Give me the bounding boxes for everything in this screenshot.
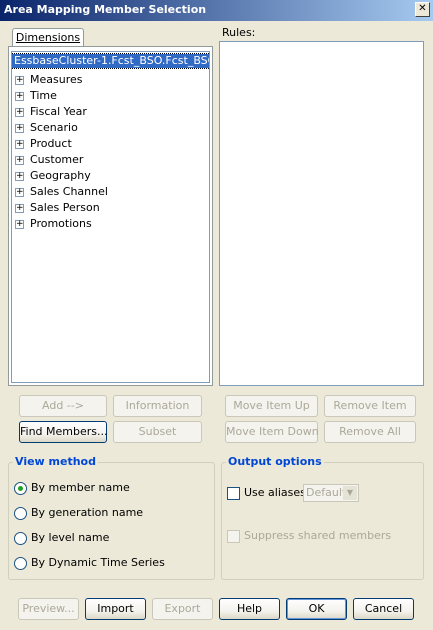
tab-dimensions-label: Dimensions [15, 31, 81, 44]
use-aliases-checkbox[interactable]: Use aliases [227, 485, 306, 501]
expand-icon[interactable]: + [15, 75, 24, 85]
radio-label: By member name [31, 481, 130, 494]
tree-item-sales-person[interactable]: + Sales Person [15, 200, 100, 216]
move-item-up-button[interactable]: Move Item Up [225, 395, 318, 417]
expand-icon[interactable]: + [15, 155, 24, 165]
radio-icon[interactable] [14, 556, 27, 570]
tab-dimensions[interactable]: Dimensions [12, 28, 84, 46]
expand-icon[interactable]: + [15, 171, 24, 181]
radio-by-generation-name[interactable]: By generation name [14, 505, 143, 521]
alias-table-select[interactable]: Default ▼ [303, 484, 359, 502]
tree-item-fiscal-year[interactable]: + Fiscal Year [15, 104, 87, 120]
use-aliases-label: Use aliases [244, 486, 306, 499]
suppress-shared-label: Suppress shared members [244, 529, 392, 542]
radio-icon[interactable] [14, 506, 27, 520]
dimension-tree[interactable]: EssbaseCluster-1.Fcst_BSO.Fcst_BSO + Meas… [11, 51, 210, 383]
checkbox-icon[interactable] [227, 486, 240, 500]
radio-selected-icon[interactable] [14, 481, 27, 495]
find-members-button[interactable]: Find Members... [19, 421, 108, 443]
radio-label: By level name [31, 531, 110, 544]
tree-item-label: Geography [30, 169, 91, 182]
tree-item-product[interactable]: + Product [15, 136, 72, 152]
expand-icon[interactable]: + [15, 123, 24, 133]
tree-item-label: Measures [30, 73, 83, 86]
tree-item-label: Product [30, 137, 72, 150]
dimensions-panel: EssbaseCluster-1.Fcst_BSO.Fcst_BSO + Meas… [8, 46, 213, 386]
radio-by-member-name[interactable]: By member name [14, 480, 130, 496]
rules-label: Rules: [222, 26, 256, 39]
tree-item-promotions[interactable]: + Promotions [15, 216, 92, 232]
dialog-window: Area Mapping Member Selection ✕ Dimensio… [0, 0, 433, 630]
help-button[interactable]: Help [219, 598, 280, 620]
expand-icon[interactable]: + [15, 139, 24, 149]
expand-icon[interactable]: + [15, 187, 24, 197]
expand-icon[interactable]: + [15, 219, 24, 229]
tree-item-label: Sales Channel [30, 185, 108, 198]
tree-item-label: Customer [30, 153, 84, 166]
move-item-down-button[interactable]: Move Item Down [225, 421, 319, 443]
tree-item-label: Fiscal Year [30, 105, 87, 118]
tree-item-label: Sales Person [30, 201, 100, 214]
information-button[interactable]: Information [113, 395, 202, 417]
tree-item-measures[interactable]: + Measures [15, 72, 82, 88]
expand-icon[interactable]: + [15, 91, 24, 101]
tree-root-node[interactable]: EssbaseCluster-1.Fcst_BSO.Fcst_BSO [12, 53, 209, 69]
radio-icon[interactable] [14, 531, 27, 545]
import-button[interactable]: Import [85, 598, 146, 620]
remove-all-button[interactable]: Remove All [324, 421, 416, 443]
tree-item-scenario[interactable]: + Scenario [15, 120, 78, 136]
ok-button[interactable]: OK [286, 598, 347, 620]
add-button[interactable]: Add --> [19, 395, 107, 417]
tree-item-geography[interactable]: + Geography [15, 168, 91, 184]
tree-item-label: Scenario [30, 121, 78, 134]
radio-by-level-name[interactable]: By level name [14, 530, 109, 546]
output-options-group: Output options Use aliases Default ▼ Sup… [221, 455, 424, 580]
expand-icon[interactable]: + [15, 203, 24, 213]
remove-item-button[interactable]: Remove Item [324, 395, 416, 417]
tree-item-label: Promotions [30, 217, 92, 230]
checkbox-icon[interactable] [227, 529, 240, 543]
view-method-group: View method By member name By generation… [8, 455, 215, 580]
radio-label: By Dynamic Time Series [31, 556, 165, 569]
close-button[interactable]: ✕ [415, 2, 430, 17]
radio-label: By generation name [31, 506, 144, 519]
title-bar[interactable]: Area Mapping Member Selection ✕ [0, 0, 433, 21]
subset-button[interactable]: Subset [113, 421, 202, 443]
output-options-title: Output options [226, 455, 324, 468]
tree-item-label: Time [30, 89, 57, 102]
alias-table-value: Default [306, 486, 347, 499]
tree-item-time[interactable]: + Time [15, 88, 57, 104]
radio-by-dynamic-time-series[interactable]: By Dynamic Time Series [14, 555, 165, 571]
view-method-title: View method [13, 455, 98, 468]
rules-list[interactable] [219, 41, 424, 386]
window-title: Area Mapping Member Selection [4, 3, 207, 16]
suppress-shared-checkbox[interactable]: Suppress shared members [227, 528, 391, 544]
export-button[interactable]: Export [152, 598, 213, 620]
preview-button[interactable]: Preview... [18, 598, 79, 620]
tree-item-customer[interactable]: + Customer [15, 152, 83, 168]
expand-icon[interactable]: + [15, 107, 24, 117]
cancel-button[interactable]: Cancel [353, 598, 414, 620]
tree-item-sales-channel[interactable]: + Sales Channel [15, 184, 108, 200]
chevron-down-icon[interactable]: ▼ [343, 486, 357, 500]
